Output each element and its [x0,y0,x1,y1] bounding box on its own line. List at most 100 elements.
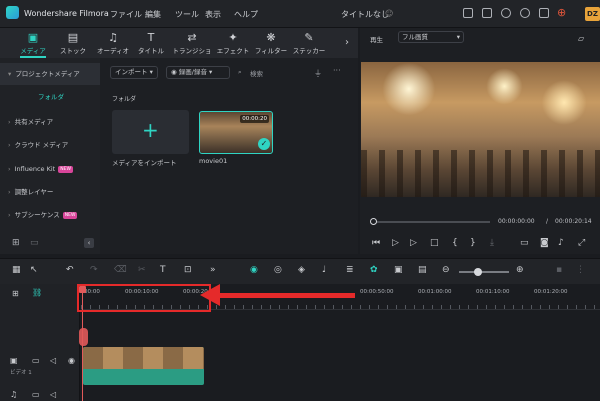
save-icon[interactable] [463,8,473,18]
speaker-icon[interactable]: ◁ [50,356,56,365]
volume-icon[interactable]: ♪ [558,238,564,248]
step-back-icon[interactable]: ⏮ [372,238,380,248]
folder-icon[interactable]: ▭ [30,238,39,248]
pip-icon[interactable]: ▣ [394,265,403,275]
crop-icon[interactable]: ⊡ [184,265,192,275]
play-forward-icon[interactable]: ▷ [410,238,417,248]
headset-icon[interactable] [520,8,530,18]
menu-file[interactable]: ファイル [110,9,142,20]
tab-audio[interactable]: ♫ オーディオ [94,31,132,57]
tab-filter[interactable]: ❋ フィルター [252,31,290,57]
grid-icon[interactable] [539,8,549,18]
camera-icon[interactable]: ◙ [540,238,549,248]
layout-icon[interactable]: ▦ [12,265,21,275]
stop-icon[interactable]: □ [430,238,439,248]
menu-help[interactable]: ヘルプ [234,9,258,20]
folder-icon[interactable]: ▭ [32,356,40,365]
folder-icon[interactable]: ▭ [32,390,40,399]
tab-effect[interactable]: ✦ エフェクト [214,31,252,57]
import-dropdown[interactable]: インポート ▾ [110,66,158,79]
filter-icon: ❋ [266,31,276,44]
add-track-icon[interactable]: ⊞ [12,289,19,298]
chevron-right-icon: › [8,165,11,173]
avatar[interactable]: DZ [585,7,600,21]
preview-scrubber-knob[interactable] [370,218,377,225]
lightbulb-icon[interactable] [501,8,511,18]
link-icon[interactable]: ⛓ [32,288,42,297]
tab-transition[interactable]: ⇄トランジション [170,31,214,65]
zoom-out-icon[interactable]: ⊖ [442,265,450,275]
sidebar-item-project-media[interactable]: ▾ プロジェクトメディア [0,63,100,85]
sidebar-item-influence-kit[interactable]: › Influence Kit NEW [0,158,100,180]
preview-progress-bar[interactable] [372,221,490,223]
chevron-right-icon: › [8,118,11,126]
record-dropdown[interactable]: ◉ 録画/録音 ▾ [166,66,230,79]
delete-icon[interactable]: ⌫ [114,265,127,275]
ai-icon[interactable]: ✿ [370,265,378,275]
filter-icon[interactable]: ⏚ [314,68,322,79]
sidebar-item-adjustment-layer[interactable]: › 調整レイヤー [0,181,100,203]
cart-icon[interactable]: ⊕ [557,6,566,19]
more-icon[interactable]: » [210,265,216,275]
document-title: タイトルなし [341,10,389,19]
display-icon[interactable]: ▭ [520,238,529,248]
track-video-label: ビデオ 1 [10,370,32,376]
export-icon[interactable] [482,8,492,18]
speaker-icon[interactable]: ◁ [50,390,56,399]
search-icon: ⌕ [238,68,242,76]
audio-mix-icon[interactable]: ≣ [346,265,354,275]
folder-label: フォルダ [112,96,137,103]
timeline-video-clip[interactable] [83,347,204,385]
collapse-panel-icon[interactable]: ‹ [84,238,94,248]
plus-icon[interactable]: + [142,118,159,142]
zoom-in-icon[interactable]: ⊕ [516,265,524,275]
redo-icon[interactable]: ↷ [90,265,98,275]
insert-icon[interactable]: ⤓ [490,238,494,248]
snapshot-icon[interactable]: ▱ [578,34,584,43]
sticker-icon: ✎ [304,31,314,44]
search-input[interactable]: 検索 [250,68,263,78]
cut-icon[interactable]: ✂ [138,265,146,275]
mark-in-icon[interactable]: { [452,238,458,248]
shield-icon[interactable]: ◎ [274,265,282,275]
chevron-right-icon[interactable]: › [345,37,349,48]
chevron-right-icon: › [8,188,11,196]
marker-icon[interactable]: ◈ [298,265,305,275]
audio-track-icon: ♫ [10,390,18,399]
zoom-slider[interactable] [459,271,509,273]
import-media-label: メディアをインポート [112,159,177,167]
tab-stock[interactable]: ▤ ストック [54,31,92,57]
sidebar-item-cloud-media[interactable]: › クラウド メディア [0,134,100,156]
playhead-grip[interactable] [79,328,88,346]
sidebar-item-subsequence[interactable]: › サブシーケンス NEW [0,204,100,226]
ruler-label: 00:00:50:00 [360,289,394,295]
snap-icon[interactable]: ▪ [556,265,562,275]
eye-icon[interactable]: ◉ [68,356,75,365]
zoom-slider-knob[interactable] [474,268,482,276]
ruler-label: 00:01:00:00 [418,289,452,295]
fullscreen-icon[interactable]: ⤢ [578,238,585,248]
select-tool-icon[interactable]: ↖ [30,265,38,275]
menu-edit[interactable]: 編集 [145,9,161,20]
ratio-icon[interactable]: ▤ [418,265,427,275]
render-icon[interactable]: ◉ [250,265,258,275]
undo-icon[interactable]: ↶ [66,265,74,275]
menu-tools[interactable]: ツール [175,9,199,20]
app-title: Wondershare Filmora [24,9,109,18]
microphone-icon[interactable]: ♩ [322,265,326,275]
clip-name: movie01 [199,157,228,165]
text-icon[interactable]: T [160,265,166,275]
tab-media[interactable]: ▣ メディア [14,31,52,58]
new-folder-icon[interactable]: ⊞ [12,238,20,248]
settings-dots-icon[interactable]: ⋮ [576,265,585,275]
annotation-highlight-box [77,284,211,312]
menu-view[interactable]: 表示 [205,9,221,20]
play-icon[interactable]: ▷ [392,238,399,248]
tab-sticker[interactable]: ✎ ステッカー [290,31,328,57]
mark-out-icon[interactable]: } [470,238,476,248]
sidebar-item-folder[interactable]: フォルダ [0,86,100,108]
more-options-icon[interactable]: ··· [333,66,341,75]
sidebar-item-shared-media[interactable]: › 共有メディア [0,111,100,133]
quality-dropdown[interactable]: フル画質 ▾ [398,31,464,43]
tab-title[interactable]: T タイトル [132,31,170,57]
